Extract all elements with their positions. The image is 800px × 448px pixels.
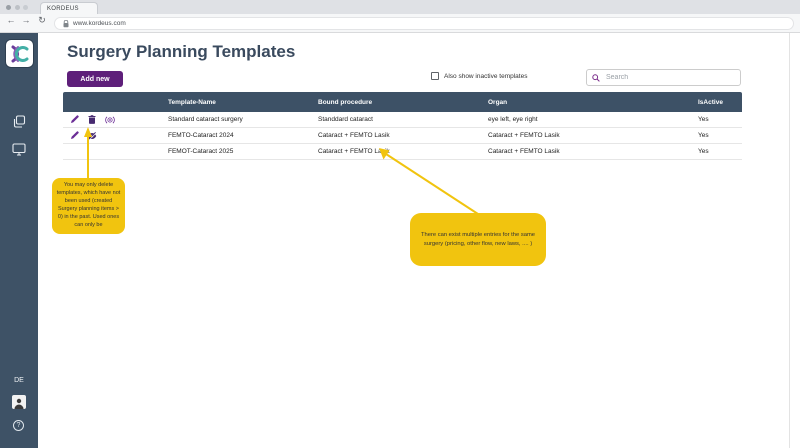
row-actions xyxy=(63,115,168,125)
forward-icon[interactable]: → xyxy=(20,15,32,25)
pencil-icon[interactable] xyxy=(69,115,79,125)
user-avatar[interactable] xyxy=(12,395,26,409)
window-maximize-button[interactable] xyxy=(23,5,28,10)
padlock-icon xyxy=(63,15,69,33)
help-icon[interactable]: ? xyxy=(13,420,24,431)
cell-bound-procedure: Standdard cataract xyxy=(318,116,488,123)
eye-off-icon[interactable] xyxy=(87,131,97,141)
cell-organ: Cataract + FEMTO Lasik xyxy=(488,132,698,139)
templates-table: Template-Name Bound procedure Organ IsAc… xyxy=(63,92,742,160)
search-input[interactable] xyxy=(604,73,724,82)
inactive-templates-toggle: Also show inactive templates xyxy=(431,72,527,80)
table-header-row: Template-Name Bound procedure Organ IsAc… xyxy=(63,92,742,112)
column-template-name: Template-Name xyxy=(168,99,318,106)
table-row: FEMTO-Cataract 2024 Cataract + FEMTO Las… xyxy=(63,128,742,144)
search-box xyxy=(586,69,741,86)
browser-tab[interactable]: KORDEUS xyxy=(40,2,98,14)
content-right-divider xyxy=(789,33,790,448)
cell-bound-procedure: Cataract + FEMTO Lasik xyxy=(318,132,488,139)
cell-template-name: FEMTO-Cataract 2024 xyxy=(168,132,318,139)
inactive-templates-checkbox[interactable] xyxy=(431,72,439,80)
person-icon xyxy=(14,398,24,409)
window-controls xyxy=(6,5,28,10)
monitor-icon[interactable] xyxy=(0,143,38,156)
copy-template-icon[interactable] xyxy=(105,115,115,125)
magnifier-icon xyxy=(592,74,600,82)
page-title: Surgery Planning Templates xyxy=(67,42,295,62)
kordeus-logo[interactable] xyxy=(5,39,34,68)
window-minimize-button[interactable] xyxy=(15,5,20,10)
cell-bound-procedure: Cataract + FEMTO Lasik xyxy=(318,148,488,155)
cell-template-name: Standard cataract surgery xyxy=(168,116,318,123)
tab-title: KORDEUS xyxy=(47,6,79,12)
inactive-templates-label: Also show inactive templates xyxy=(444,73,527,80)
sidebar: DE ? xyxy=(0,33,38,448)
window-close-button[interactable] xyxy=(6,5,11,10)
back-icon[interactable]: ← xyxy=(5,15,17,25)
logo-icon xyxy=(9,43,31,65)
url-text: www.kordeus.com xyxy=(73,20,126,27)
column-organ: Organ xyxy=(488,99,698,106)
trash-icon[interactable] xyxy=(87,115,97,125)
pages-icon[interactable] xyxy=(0,115,38,128)
column-isactive: IsActive xyxy=(698,99,742,106)
add-new-button[interactable]: Add new xyxy=(67,71,123,87)
multiple-entries-callout: There can exist multiple entries for the… xyxy=(410,213,546,266)
language-indicator[interactable]: DE xyxy=(0,377,38,384)
cell-isactive: Yes xyxy=(698,148,742,155)
cell-organ: eye left, eye right xyxy=(488,116,698,123)
cell-isactive: Yes xyxy=(698,116,742,123)
pencil-icon[interactable] xyxy=(69,131,79,141)
table-row: FEMOT-Cataract 2025 Cataract + FEMTO Las… xyxy=(63,144,742,160)
browser-toolbar: ← → ↻ www.kordeus.com xyxy=(0,14,800,33)
refresh-icon[interactable]: ↻ xyxy=(36,15,48,26)
cell-template-name: FEMOT-Cataract 2025 xyxy=(168,148,318,155)
cell-isactive: Yes xyxy=(698,132,742,139)
cell-organ: Cataract + FEMTO Lasik xyxy=(488,148,698,155)
column-bound-procedure: Bound procedure xyxy=(318,99,488,106)
table-row: Standard cataract surgery Standdard cata… xyxy=(63,112,742,128)
app-window: KORDEUS ← → ↻ www.kordeus.com DE xyxy=(0,0,800,448)
delete-note-callout: You may only delete templates, which hav… xyxy=(52,178,125,234)
browser-tab-strip: KORDEUS xyxy=(0,0,800,14)
url-bar[interactable]: www.kordeus.com xyxy=(54,17,794,30)
row-actions xyxy=(63,131,168,141)
